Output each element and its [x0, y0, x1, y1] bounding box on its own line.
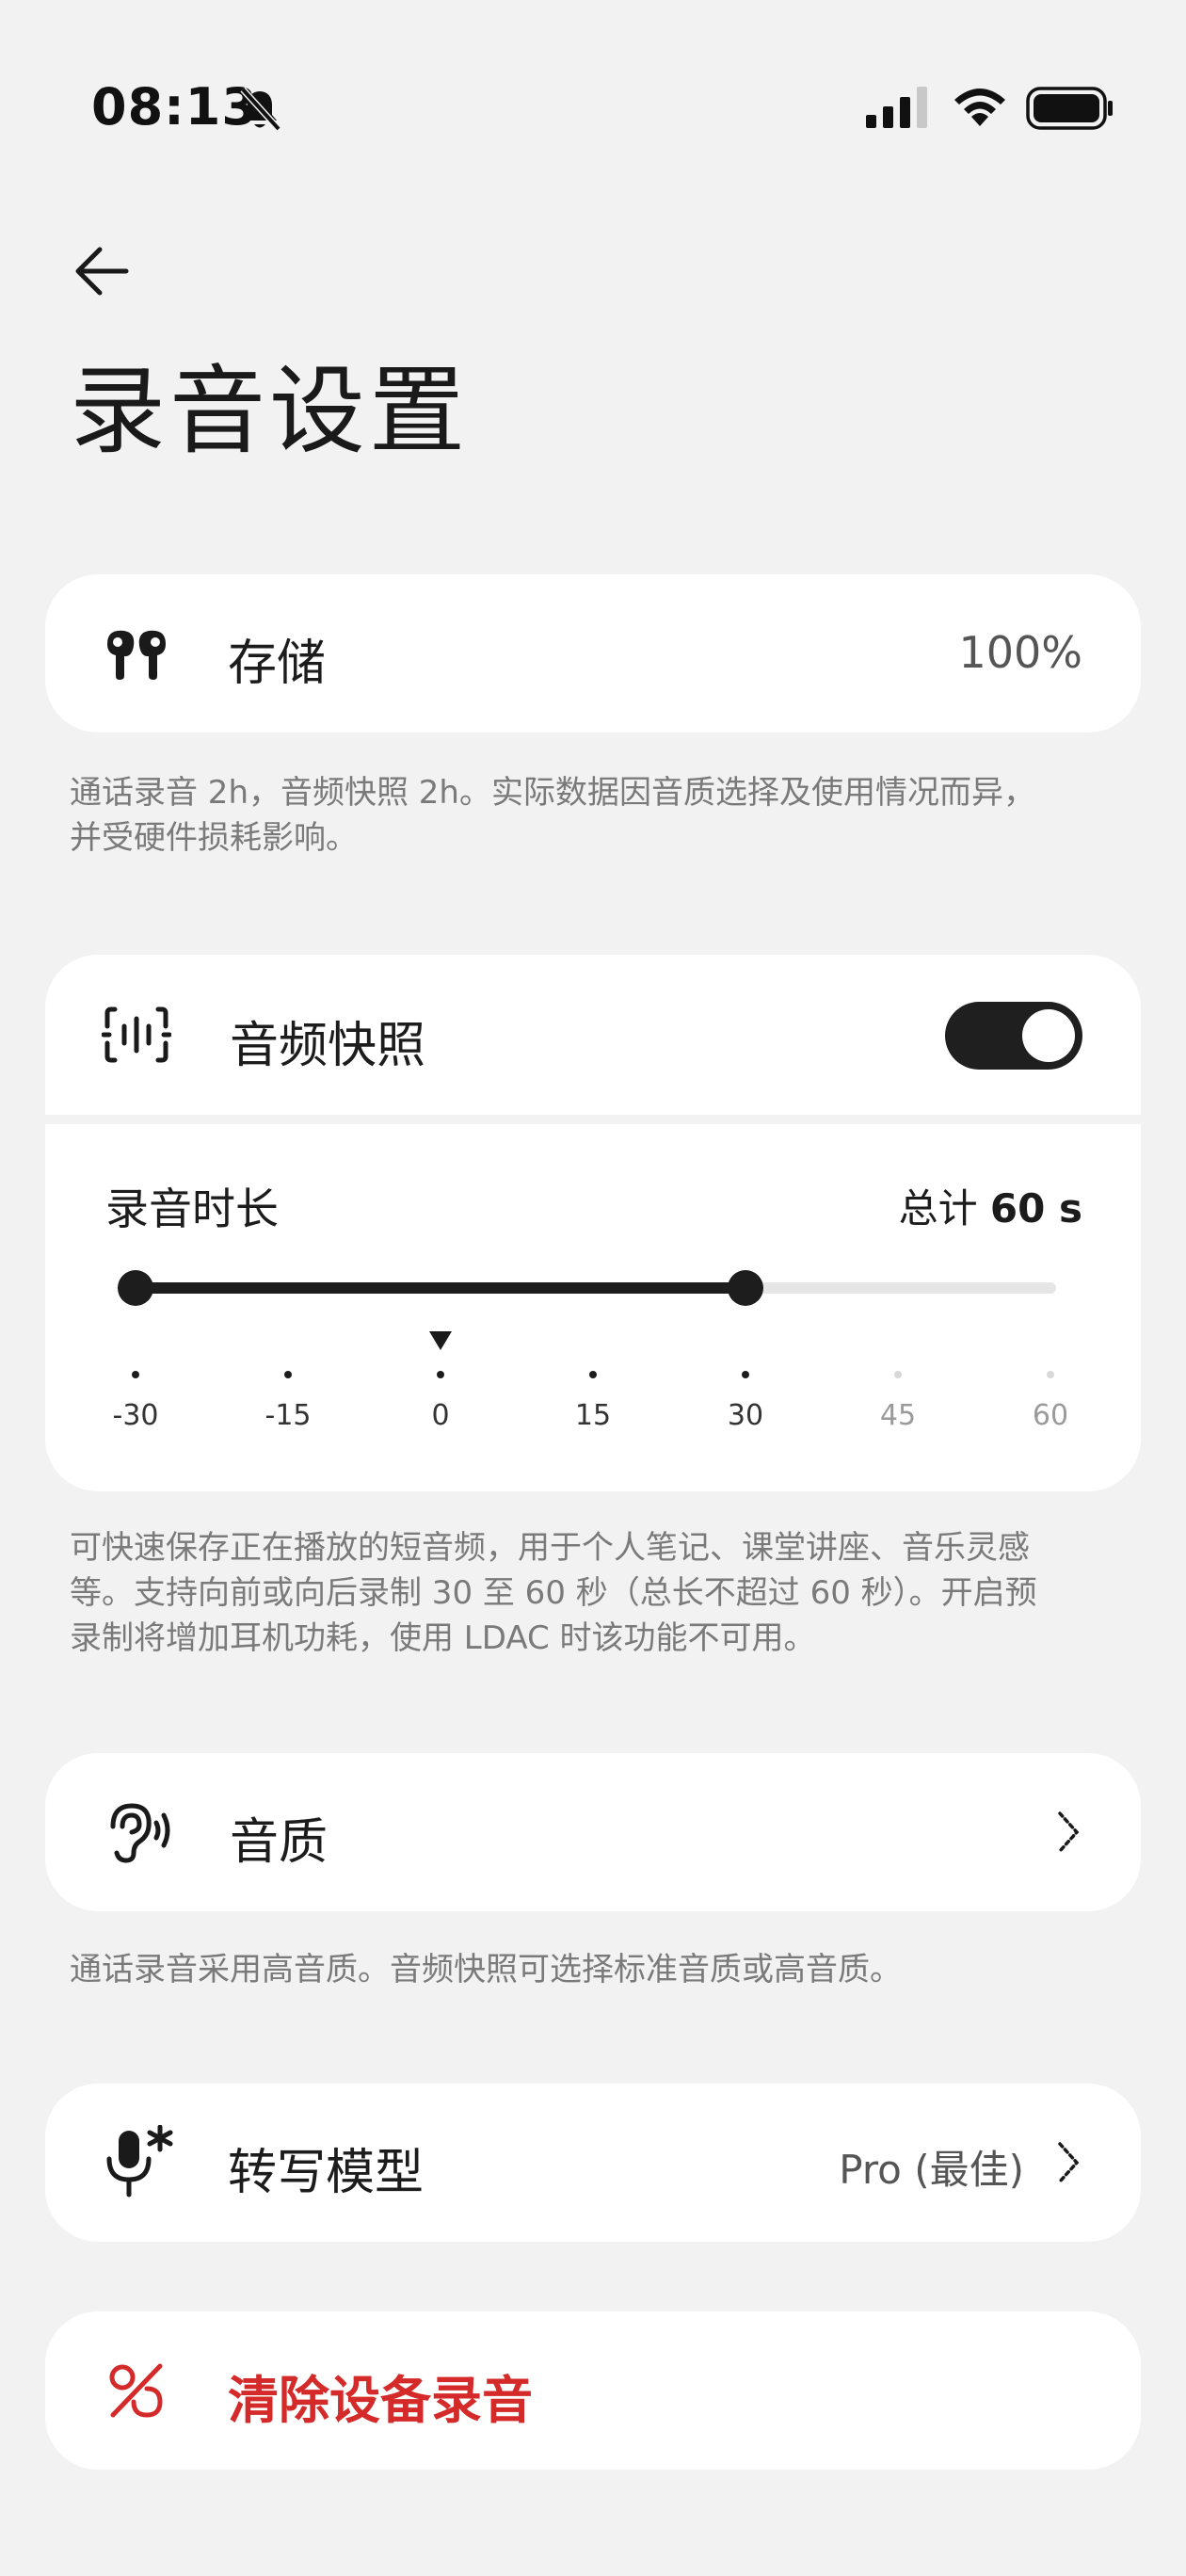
duration-total: 总计 60 s — [899, 1177, 1082, 1234]
audio-quality-row[interactable]: 音质 — [45, 1753, 1141, 1911]
snapshot-note-line3: 录制将增加耳机功耗，使用 LDAC 时该功能不可用。 — [70, 1619, 816, 1657]
transcription-model-label: 转写模型 — [228, 2145, 425, 2201]
tick-dot — [1047, 1371, 1054, 1378]
audio-quality-label: 音质 — [230, 1814, 329, 1871]
battery-icon — [1026, 87, 1113, 130]
tick-label: 45 — [879, 1399, 917, 1432]
transcription-model-row[interactable]: 转写模型 Pro (最佳) — [45, 2084, 1141, 2242]
storage-note-line1: 通话录音 2h，音频快照 2h。实际数据因音质选择及使用情况而异， — [70, 774, 1035, 812]
clear-recordings-label: 清除设备录音 — [228, 2371, 533, 2430]
chevron-right-icon — [1058, 2142, 1080, 2183]
slider-thumb-end[interactable] — [728, 1270, 763, 1306]
duration-slider-fill — [136, 1282, 745, 1294]
current-position-marker-icon — [429, 1331, 452, 1350]
snapshot-note-line2: 等。支持向前或向后录制 30 至 60 秒（总长不超过 60 秒）。开启预 — [70, 1574, 1037, 1612]
mic-sparkle-icon — [106, 2125, 173, 2198]
tick-dot — [589, 1371, 597, 1378]
tick-dot — [437, 1371, 444, 1378]
audio-snapshot-label: 音频快照 — [230, 1018, 426, 1074]
clear-recordings-button[interactable]: 清除设备录音 — [45, 2311, 1141, 2470]
tick-dot — [284, 1371, 292, 1378]
snapshot-note-line1: 可快速保存正在播放的短音频，用于个人笔记、课堂讲座、音乐灵感 — [70, 1529, 1030, 1567]
bell-muted-icon — [240, 87, 281, 132]
back-arrow-icon[interactable] — [68, 237, 136, 305]
tick-dot — [894, 1371, 902, 1378]
chevron-right-icon — [1058, 1811, 1080, 1853]
quality-note: 通话录音采用高音质。音频快照可选择标准音质或高音质。 — [70, 1951, 902, 1988]
cellular-signal-icon — [866, 87, 927, 128]
storage-row[interactable]: 存储 100% — [45, 574, 1141, 733]
tick-label: 60 — [1032, 1399, 1069, 1432]
audio-snapshot-toggle[interactable] — [945, 1002, 1082, 1070]
audio-wave-icon — [102, 1006, 171, 1063]
storage-note-line2: 并受硬件损耗影响。 — [70, 819, 358, 857]
tick-label: -15 — [264, 1399, 312, 1432]
tick-dot — [742, 1371, 749, 1378]
delete-record-icon — [109, 2363, 163, 2418]
duration-total-value: 60 s — [989, 1185, 1082, 1232]
status-time: 08:13 — [91, 77, 258, 137]
toggle-knob — [1022, 1009, 1075, 1062]
ear-icon — [110, 1803, 170, 1863]
duration-label: 录音时长 — [105, 1183, 279, 1234]
earbuds-icon — [107, 630, 166, 680]
tick-label: 15 — [574, 1399, 612, 1432]
tick-label: -30 — [112, 1399, 159, 1432]
page-title: 录音设置 — [70, 356, 469, 468]
storage-label: 存储 — [228, 636, 327, 692]
transcription-model-value: Pro (最佳) — [839, 2147, 1024, 2193]
slider-thumb-start[interactable] — [118, 1270, 153, 1306]
recording-duration-panel: 录音时长 总计 60 s — [45, 1124, 1141, 1491]
tick-label: 0 — [431, 1399, 450, 1432]
tick-dot — [132, 1371, 139, 1378]
tick-label: 30 — [727, 1399, 764, 1432]
wifi-icon — [954, 89, 1005, 126]
duration-total-prefix: 总计 — [898, 1185, 990, 1232]
storage-value: 100% — [958, 627, 1082, 678]
